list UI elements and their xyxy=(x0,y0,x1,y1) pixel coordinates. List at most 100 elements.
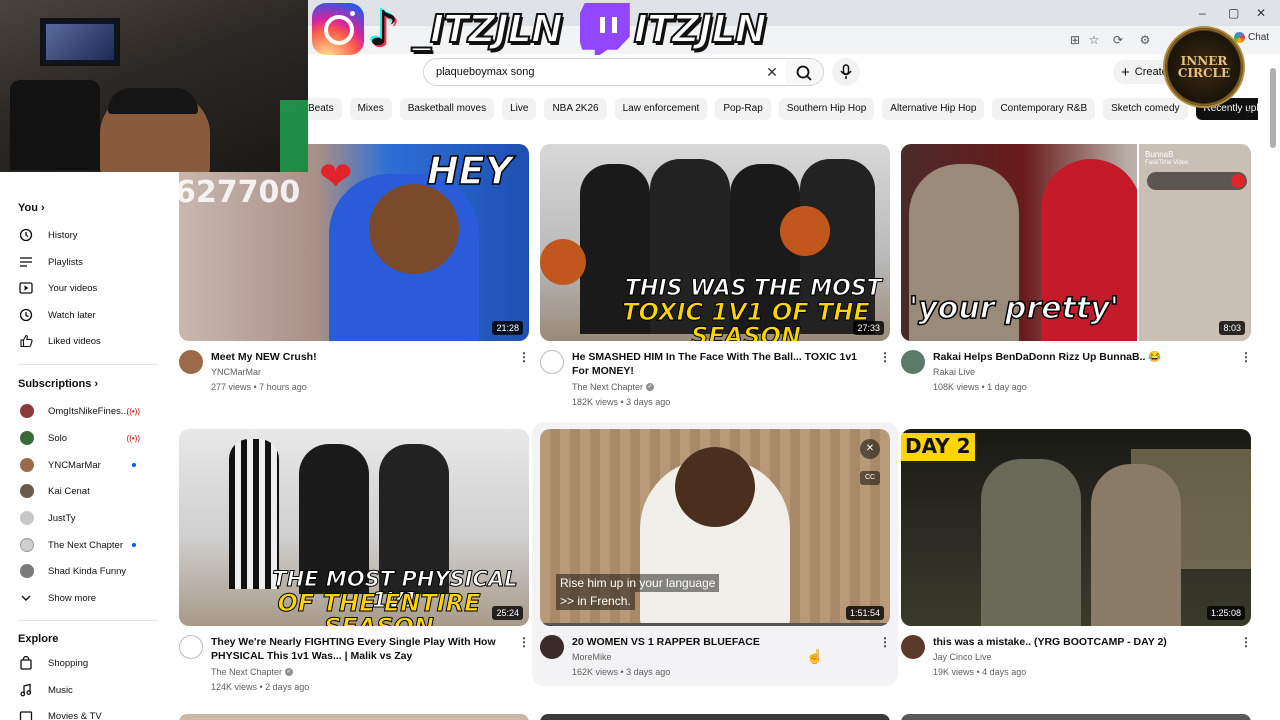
sidebar-item-subscription[interactable]: The Next Chapter xyxy=(10,534,160,556)
sidebar-item-your-videos[interactable]: Your videos xyxy=(10,277,160,299)
more-options-icon[interactable]: ⋮ xyxy=(1240,350,1252,364)
chip[interactable]: NBA 2K26 xyxy=(544,98,607,120)
live-icon: ((•)) xyxy=(126,433,140,443)
video-title[interactable]: 20 WOMEN VS 1 RAPPER BLUEFACE xyxy=(572,635,872,649)
sidebar-you-header[interactable]: You › xyxy=(18,202,45,214)
more-options-icon[interactable]: ⋮ xyxy=(518,350,530,364)
sidebar-item-label: OmgItsNikeFines... xyxy=(48,405,129,417)
more-options-icon[interactable]: ⋮ xyxy=(1240,635,1252,649)
scrollbar-thumb[interactable] xyxy=(1270,68,1276,148)
thumb-face xyxy=(369,184,459,274)
channel-avatar[interactable] xyxy=(179,635,203,659)
streamer-hat xyxy=(108,88,198,114)
webcam-overlay xyxy=(0,0,308,172)
channel-avatar[interactable] xyxy=(179,350,203,374)
more-options-icon[interactable]: ⋮ xyxy=(879,350,891,364)
video-thumbnail[interactable]: HEY 627700 ❤ 21:28 xyxy=(179,144,529,341)
social-handle: _ITZJLN xyxy=(411,6,564,52)
chip[interactable]: Contemporary R&B xyxy=(992,98,1096,120)
channel-avatar[interactable] xyxy=(901,350,925,374)
sidebar-item-subscription[interactable]: Solo ((•)) xyxy=(10,427,160,449)
install-app-icon[interactable]: ⊞ xyxy=(1068,33,1082,47)
video-title[interactable]: He SMASHED HIM In The Face With The Ball… xyxy=(572,350,872,378)
sidebar-item-history[interactable]: History xyxy=(10,224,160,246)
twitch-icon xyxy=(579,3,630,55)
video-thumbnail[interactable] xyxy=(179,714,529,720)
channel-name[interactable]: Rakai Live xyxy=(933,367,975,377)
video-title[interactable]: this was a mistake.. (YRG BOOTCAMP - DAY… xyxy=(933,635,1233,649)
caption-line: Rise him up in your language xyxy=(556,574,720,592)
captions-icon[interactable]: CC xyxy=(860,471,880,485)
more-options-icon[interactable]: ⋮ xyxy=(518,635,530,649)
verified-icon: ✓ xyxy=(646,383,655,391)
sidebar-item-playlists[interactable]: Playlists xyxy=(10,251,160,273)
video-thumbnail[interactable] xyxy=(901,714,1251,720)
video-thumbnail[interactable] xyxy=(540,714,890,720)
sidebar-item-subscription[interactable]: YNCMarMar xyxy=(10,454,160,476)
chip[interactable]: Beats xyxy=(308,98,342,120)
channel-name[interactable]: MoreMike xyxy=(572,652,612,662)
chevron-right-icon[interactable]: › xyxy=(1242,99,1256,119)
minimize-button[interactable]: – xyxy=(1199,6,1206,20)
sidebar-item-movies[interactable]: Movies & TV xyxy=(10,705,160,720)
sidebar-item-shopping[interactable]: Shopping xyxy=(10,652,160,674)
voice-search-button[interactable] xyxy=(832,58,860,86)
sidebar-item-subscription[interactable]: OmgItsNikeFines... ((•)) xyxy=(10,400,160,422)
chip[interactable]: Pop-Rap xyxy=(715,98,771,120)
plus-icon: + xyxy=(1121,63,1130,81)
clear-search-icon[interactable]: ✕ xyxy=(762,62,782,82)
chip[interactable]: Basketball moves xyxy=(399,98,495,120)
chip[interactable]: Mixes xyxy=(349,98,392,120)
channel-avatar[interactable] xyxy=(540,350,564,374)
sidebar-item-label: Solo xyxy=(48,432,68,444)
channel-avatar xyxy=(20,431,34,445)
sidebar-subscriptions-header[interactable]: Subscriptions › xyxy=(18,378,98,390)
chip[interactable]: Southern Hip Hop xyxy=(778,98,875,120)
channel-name[interactable]: The Next Chapter ✓ xyxy=(211,667,294,677)
chip[interactable]: Alternative Hip Hop xyxy=(882,98,985,120)
mute-icon[interactable]: ✕ xyxy=(860,439,880,459)
chip[interactable]: Live xyxy=(502,98,537,120)
divider xyxy=(18,364,158,365)
channel-avatar[interactable] xyxy=(901,635,925,659)
watch-later-icon xyxy=(18,307,34,323)
sidebar-item-label: YNCMarMar xyxy=(48,459,101,471)
puzzle-icon[interactable]: ⚙ xyxy=(1138,33,1152,47)
sidebar-item-label: The Next Chapter xyxy=(48,539,123,551)
maximize-button[interactable]: ▢ xyxy=(1228,6,1239,20)
search-button[interactable] xyxy=(786,58,824,86)
sidebar-show-more[interactable]: Show more xyxy=(10,587,160,609)
channel-avatar[interactable] xyxy=(540,635,564,659)
chip[interactable]: Sketch comedy xyxy=(1103,98,1188,120)
video-thumbnail[interactable]: THE MOST PHYSICAL 1V1 OF THE ENTIRE SEAS… xyxy=(179,429,529,626)
video-thumbnail[interactable]: THIS WAS THE MOST TOXIC 1V1 OF THE SEASO… xyxy=(540,144,890,341)
channel-avatar xyxy=(20,538,34,552)
video-duration: 1:25:08 xyxy=(1206,606,1245,620)
extensions-icon[interactable]: ⟳ xyxy=(1111,33,1125,47)
chip[interactable]: Law enforcement xyxy=(614,98,708,120)
video-thumbnail[interactable]: BunnaB FaceTime Video 'your pretty' 8:03 xyxy=(901,144,1251,341)
channel-name[interactable]: Jay Cinco Live xyxy=(933,652,992,662)
sidebar-item-watch-later[interactable]: Watch later xyxy=(10,304,160,326)
sidebar-item-liked-videos[interactable]: Liked videos xyxy=(10,330,160,352)
video-title[interactable]: Meet My NEW Crush! xyxy=(211,350,511,364)
close-window-button[interactable]: ✕ xyxy=(1256,6,1266,20)
sidebar-item-subscription[interactable]: Kai Cenat xyxy=(10,480,160,502)
thumb-figure xyxy=(981,459,1081,626)
channel-name[interactable]: The Next Chapter ✓ xyxy=(572,382,655,392)
bookmark-star-icon[interactable]: ☆ xyxy=(1087,33,1101,47)
music-icon xyxy=(18,682,34,698)
scrollbar[interactable] xyxy=(1268,56,1278,720)
heart-icon: ❤ xyxy=(319,155,353,199)
video-title[interactable]: They We're Nearly FIGHTING Every Single … xyxy=(211,635,511,663)
chat-button[interactable]: Chat xyxy=(1234,32,1269,43)
screen: { "overlay": { "social_handle_1": "_ITZJ… xyxy=(0,0,1280,720)
search-input[interactable]: plaqueboymax song ✕ xyxy=(423,58,787,86)
channel-name[interactable]: YNCMarMar xyxy=(211,367,261,377)
sidebar-item-music[interactable]: Music xyxy=(10,679,160,701)
video-thumbnail[interactable]: DAY 2 1:25:08 xyxy=(901,429,1251,626)
video-title[interactable]: Rakai Helps BenDaDonn Rizz Up BunnaB.. 😂 xyxy=(933,350,1233,364)
sidebar-item-subscription[interactable]: Shad Kinda Funny xyxy=(10,560,160,582)
sidebar-item-subscription[interactable]: JustTy xyxy=(10,507,160,529)
more-options-icon[interactable]: ⋮ xyxy=(879,635,891,649)
